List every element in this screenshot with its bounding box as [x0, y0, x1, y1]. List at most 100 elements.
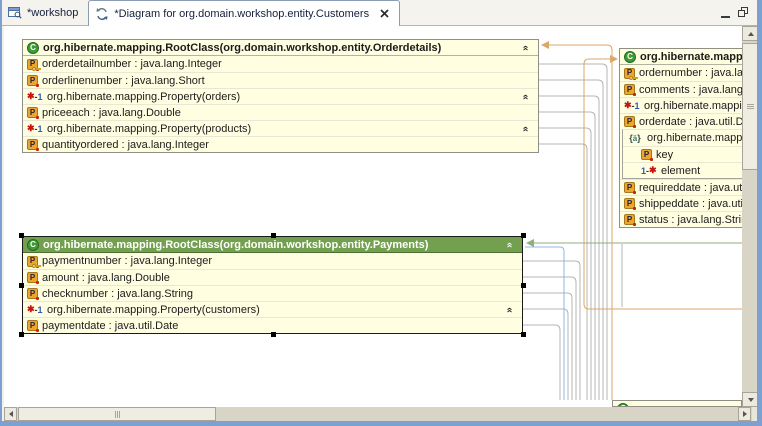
field-row[interactable]: Pkey	[623, 146, 742, 162]
field-row[interactable]: Ppriceeach : java.lang.Double	[23, 104, 538, 120]
primary-key-mark	[32, 67, 41, 72]
vertical-scroll-thumb[interactable]	[742, 43, 759, 170]
property-icon: P	[624, 116, 635, 127]
class-box-partial[interactable]: C	[612, 400, 742, 407]
class-box-payments[interactable]: Corg.hibernate.mapping.RootClass(org.dom…	[22, 236, 523, 334]
field-label: requireddate : java.util.Date	[639, 182, 742, 194]
field-row[interactable]: {ä} org.hibernate.mapping.Set(orderdetail…	[623, 130, 742, 146]
chevron-collapse-icon[interactable]: «	[520, 94, 530, 100]
many-to-one-icon: ✱-1	[27, 123, 43, 134]
field-label: quantityordered : java.lang.Integer	[42, 139, 534, 151]
selection-handle[interactable]	[19, 332, 24, 337]
class-box-orderdetails[interactable]: Corg.hibernate.mapping.RootClass(org.dom…	[22, 39, 539, 153]
scroll-up-button[interactable]	[742, 26, 759, 41]
red-dot	[633, 207, 636, 210]
red-dot	[36, 148, 39, 151]
selection-handle[interactable]	[19, 283, 24, 288]
chevron-collapse-icon[interactable]: «	[504, 307, 514, 313]
red-dot	[36, 84, 39, 87]
field-label: orderdetailnumber : java.lang.Integer	[42, 58, 534, 70]
property-icon: P	[27, 139, 38, 150]
field-label: status : java.lang.String	[639, 214, 742, 226]
scroll-left-button[interactable]	[4, 407, 17, 421]
property-key-icon: P	[27, 256, 38, 267]
field-row[interactable]: ✱-1 org.hibernate.mapping.Property(custom…	[620, 97, 742, 113]
field-row[interactable]: 1-✱element	[623, 162, 742, 178]
diagram-canvas[interactable]: Corg.hibernate.mapping.RootClass(org.dom…	[4, 26, 742, 407]
field-label: amount : java.lang.Double	[42, 272, 518, 284]
maximize-icon[interactable]	[738, 5, 749, 23]
collection-icon: {ä}	[627, 133, 643, 143]
field-row[interactable]: Pordernumber : java.lang.Integer	[620, 65, 742, 81]
class-title: org.hibernate.mapping.RootClass(org.doma…	[43, 239, 502, 251]
class-title: org.hibernate.mapping.RootClass(org.doma…	[43, 42, 518, 54]
class-header[interactable]: Corg.hibernate.mapping.RootClass(org.dom…	[620, 49, 742, 65]
field-label: orderlinenumber : java.lang.Short	[42, 75, 534, 87]
selection-handle[interactable]	[521, 283, 526, 288]
class-title: org.hibernate.mapping.RootClass(org.doma…	[640, 51, 742, 63]
property-icon: P	[27, 75, 38, 86]
selection-handle[interactable]	[19, 233, 24, 238]
field-label: ordernumber : java.lang.Integer	[639, 67, 742, 79]
horizontal-scrollbar[interactable]	[4, 407, 752, 421]
class-icon: C	[27, 239, 39, 251]
class-box-orders[interactable]: Corg.hibernate.mapping.RootClass(org.dom…	[619, 48, 742, 228]
property-icon: P	[624, 182, 635, 193]
field-label: priceeach : java.lang.Double	[42, 107, 534, 119]
field-row[interactable]: Porderdetailnumber : java.lang.Integer	[23, 56, 538, 72]
field-row[interactable]: ✱-1 org.hibernate.mapping.Property(produc…	[23, 120, 538, 136]
class-icon: C	[624, 51, 636, 63]
field-row[interactable]: Prequireddate : java.util.Date	[620, 179, 742, 195]
field-row[interactable]: Pchecknumber : java.lang.String	[23, 285, 522, 301]
class-header[interactable]: Corg.hibernate.mapping.RootClass(org.dom…	[23, 40, 538, 56]
many-to-one-icon: ✱-1	[27, 91, 43, 102]
selection-handle[interactable]	[521, 332, 526, 337]
property-icon: P	[641, 149, 652, 160]
field-row[interactable]: ✱-1org.hibernate.mapping.Property(custom…	[23, 301, 522, 317]
console-config-editor-icon	[8, 6, 22, 19]
red-dot	[36, 329, 39, 332]
class-header[interactable]: Corg.hibernate.mapping.RootClass(org.dom…	[23, 237, 522, 253]
scrollbar-corner	[752, 407, 759, 421]
property-icon: P	[624, 214, 635, 225]
field-row[interactable]: ✱-1 org.hibernate.mapping.Property(orders…	[23, 88, 538, 104]
field-label: org.hibernate.mapping.Property(orders)	[47, 91, 518, 103]
tab-workshop[interactable]: *workshop	[2, 0, 88, 25]
selection-handle[interactable]	[271, 332, 276, 337]
scroll-right-button[interactable]	[738, 407, 751, 421]
chevron-collapse-icon[interactable]: «	[504, 242, 514, 248]
chevron-collapse-icon[interactable]: «	[520, 45, 530, 51]
field-row[interactable]: Ppaymentdate : java.util.Date	[23, 317, 522, 333]
field-row[interactable]: Pquantityordered : java.lang.Integer	[23, 136, 538, 152]
field-label: org.hibernate.mapping.Set(orderdetails)	[647, 132, 742, 144]
field-label: key	[656, 149, 742, 161]
field-row[interactable]: Pshippeddate : java.util.Date	[620, 195, 742, 211]
red-dot	[36, 116, 39, 119]
many-to-one-icon: ✱-1	[624, 100, 640, 111]
collection-group: {ä} org.hibernate.mapping.Set(orderdetail…	[622, 129, 742, 179]
field-row[interactable]: Porderdate : java.util.Date	[620, 113, 742, 129]
property-icon: P	[27, 288, 38, 299]
scroll-down-button[interactable]	[742, 392, 759, 407]
diagram-editor-icon	[95, 7, 109, 21]
horizontal-scroll-thumb[interactable]	[18, 407, 216, 421]
field-row[interactable]: Ppaymentnumber : java.lang.Integer	[23, 253, 522, 269]
tab-diagram-customers[interactable]: *Diagram for org.domain.workshop.entity.…	[88, 0, 400, 26]
field-row[interactable]: Pcomments : java.lang.String	[620, 81, 742, 97]
property-key-icon: P	[27, 59, 38, 70]
field-row[interactable]: Pstatus : java.lang.String	[620, 211, 742, 227]
field-label: paymentnumber : java.lang.Integer	[42, 255, 518, 267]
close-icon[interactable]	[380, 9, 389, 18]
chevron-collapse-icon[interactable]: «	[520, 126, 530, 132]
field-label: org.hibernate.mapping.Property(customers…	[644, 100, 742, 112]
selection-handle[interactable]	[271, 233, 276, 238]
minimize-icon[interactable]	[721, 5, 730, 23]
red-dot	[633, 191, 636, 194]
vertical-scrollbar[interactable]	[742, 26, 759, 407]
property-icon: P	[27, 272, 38, 283]
field-label: org.hibernate.mapping.Property(products)	[47, 123, 518, 135]
one-to-many-icon: 1-✱	[641, 165, 657, 176]
field-row[interactable]: Pamount : java.lang.Double	[23, 269, 522, 285]
field-row[interactable]: Porderlinenumber : java.lang.Short	[23, 72, 538, 88]
selection-handle[interactable]	[521, 233, 526, 238]
